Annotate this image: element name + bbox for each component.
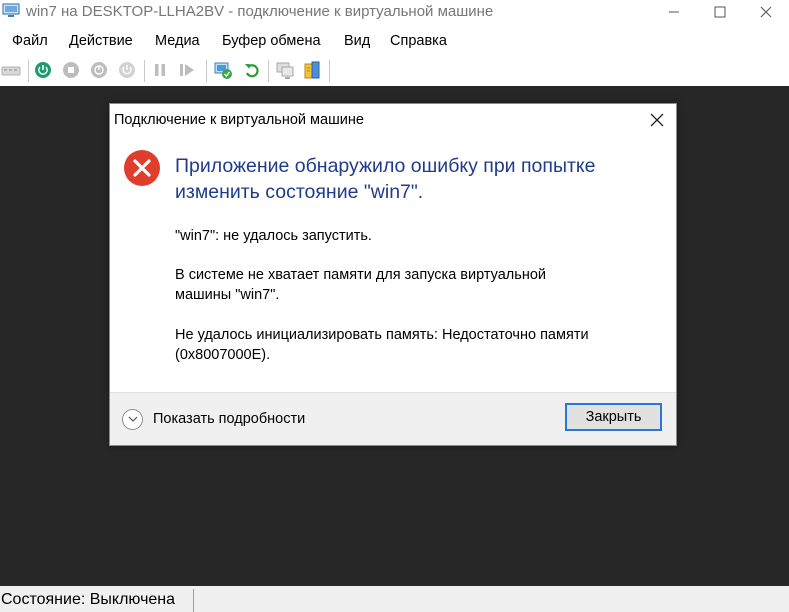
resume-icon — [180, 64, 194, 76]
checkpoint-icon — [214, 62, 232, 79]
toolbar-separator — [329, 60, 330, 82]
maximize-icon — [714, 6, 726, 18]
save-icon — [119, 62, 135, 78]
menu-action[interactable]: Действие — [69, 33, 133, 49]
chevron-down-icon — [122, 408, 143, 430]
dialog-close-button[interactable] — [646, 109, 668, 131]
resume-button[interactable] — [177, 60, 197, 80]
toolbar-separator — [28, 60, 29, 82]
close-icon — [760, 6, 772, 18]
toolbar-separator — [206, 60, 207, 82]
maximize-button[interactable] — [697, 0, 743, 24]
minimize-button[interactable] — [651, 0, 697, 24]
error-message-2: В системе не хватает памяти для запуска … — [175, 267, 546, 303]
menu-help[interactable]: Справка — [390, 33, 447, 49]
start-icon — [35, 62, 51, 78]
turn-off-button[interactable] — [61, 60, 81, 80]
menu-clipboard[interactable]: Буфер обмена — [222, 33, 321, 49]
title-bar: win7 на DESKTOP-LLHA2BV - подключение к … — [0, 0, 789, 24]
enhanced-session-icon — [276, 62, 294, 79]
status-text: Состояние: Выключена — [1, 591, 176, 608]
error-message-1: "win7": не удалось запустить. — [175, 228, 372, 244]
toolbar-separator — [268, 60, 269, 82]
revert-button[interactable] — [242, 60, 262, 80]
error-heading: Приложение обнаружило ошибку при попытке… — [175, 155, 596, 203]
close-button[interactable]: Закрыть — [565, 403, 662, 431]
menu-view[interactable]: Вид — [344, 33, 370, 49]
ctrl-alt-del-button[interactable] — [1, 60, 21, 80]
status-bar: Состояние: Выключена — [0, 586, 789, 612]
dialog-footer: Показать подробности Закрыть — [110, 392, 676, 445]
start-button[interactable] — [33, 60, 53, 80]
enhanced-session-button[interactable] — [275, 60, 295, 80]
show-details-label: Показать подробности — [153, 411, 306, 427]
status-separator — [193, 589, 194, 612]
error-icon — [123, 149, 161, 187]
share-button[interactable] — [302, 60, 322, 80]
toolbar-separator — [144, 60, 145, 82]
menu-media[interactable]: Медиа — [155, 33, 200, 49]
toolbar — [0, 56, 789, 86]
save-state-button[interactable] — [117, 60, 137, 80]
menu-file[interactable]: Файл — [12, 33, 48, 49]
dialog-title: Подключение к виртуальной машине — [114, 112, 364, 128]
share-icon — [304, 61, 320, 79]
window-title: win7 на DESKTOP-LLHA2BV - подключение к … — [26, 3, 494, 20]
window-close-button[interactable] — [743, 0, 789, 24]
ctrl-alt-del-icon — [1, 66, 21, 76]
shut-down-button[interactable] — [89, 60, 109, 80]
minimize-icon — [669, 11, 679, 13]
revert-icon — [245, 64, 259, 78]
error-message-3: Не удалось инициализировать память: Недо… — [175, 327, 589, 363]
shut-down-icon — [91, 62, 107, 78]
pause-button[interactable] — [150, 60, 170, 80]
checkpoint-button[interactable] — [213, 60, 233, 80]
close-icon — [650, 113, 664, 127]
pause-icon — [155, 64, 165, 76]
vm-connect-icon — [2, 3, 20, 19]
turn-off-icon — [63, 62, 79, 78]
error-dialog: Подключение к виртуальной машине Приложе… — [109, 103, 677, 446]
show-details-toggle[interactable]: Показать подробности — [122, 407, 305, 431]
menu-bar: Файл Действие Медиа Буфер обмена Вид Спр… — [0, 30, 789, 52]
